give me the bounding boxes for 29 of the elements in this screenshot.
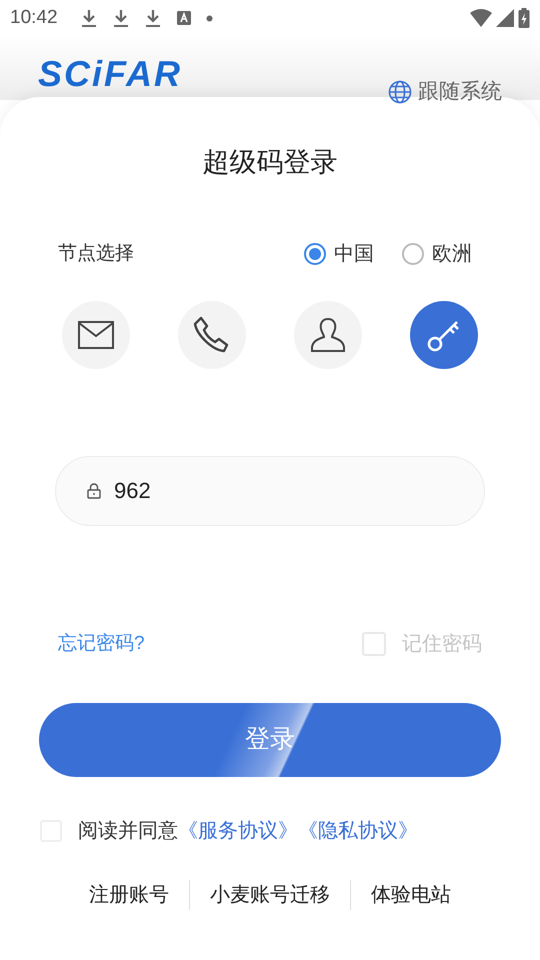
region-radio[interactable]: 中国: [304, 239, 374, 269]
font-icon: [176, 10, 192, 26]
brand-logo: SCiFAR: [38, 54, 182, 94]
battery-icon: [518, 8, 530, 28]
download-icon: [80, 8, 98, 28]
footer-link[interactable]: 小麦账号迁移: [210, 880, 330, 910]
globe-icon: [388, 80, 412, 104]
policy-link[interactable]: 《隐私协议》: [298, 816, 418, 846]
wifi-icon: [470, 9, 492, 27]
signal-icon: [496, 9, 514, 27]
footer-link[interactable]: 体验电站: [371, 880, 451, 910]
dot-icon: [206, 14, 213, 22]
phone-icon: [193, 316, 231, 354]
download-icon: [112, 8, 130, 28]
footer-link[interactable]: 注册账号: [89, 880, 169, 910]
language-selector[interactable]: 跟随系统: [388, 76, 502, 108]
lock-icon: [87, 483, 101, 499]
code-field[interactable]: 962: [55, 456, 485, 526]
clock: 10:42: [10, 6, 58, 30]
download-icon: [144, 8, 162, 28]
forgot-password-link[interactable]: 忘记密码?: [58, 630, 145, 658]
agreement-text: 阅读并同意: [78, 819, 178, 844]
remember-label: 记住密码: [402, 632, 482, 657]
region-radio[interactable]: 欧洲: [402, 239, 472, 269]
node-label: 节点选择: [58, 242, 134, 266]
person-icon: [311, 317, 345, 353]
envelope-icon: [78, 321, 114, 349]
page-title: 超级码登录: [202, 146, 338, 179]
policy-link[interactable]: 《服务协议》: [178, 816, 298, 846]
